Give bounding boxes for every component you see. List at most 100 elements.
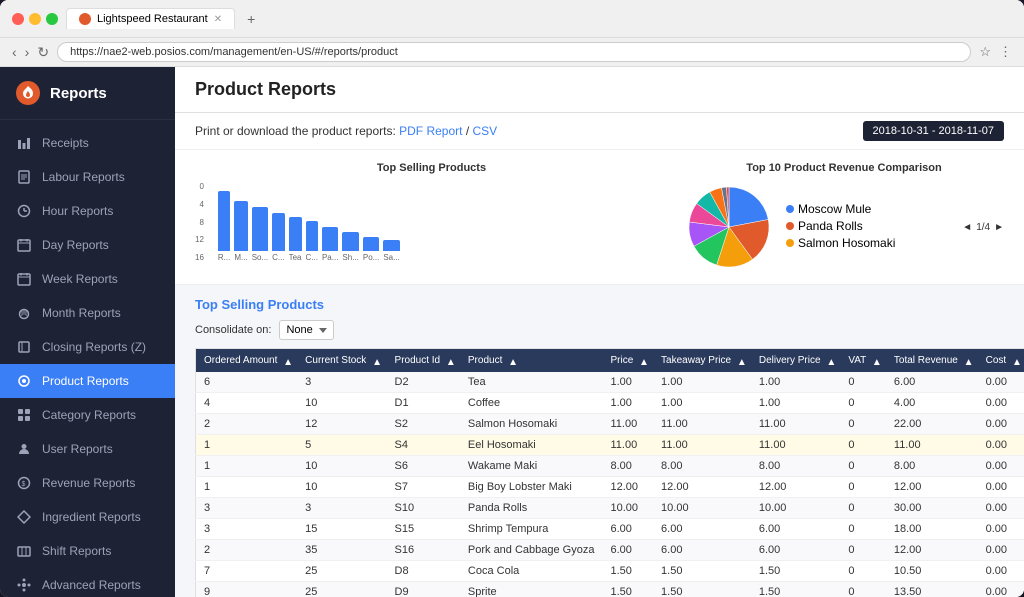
product-icon bbox=[16, 373, 32, 389]
table-cell: S15 bbox=[387, 519, 460, 540]
separator: / bbox=[466, 124, 473, 138]
table-cell: 1.50 bbox=[751, 561, 840, 582]
col-takeaway[interactable]: Takeaway Price ▲ bbox=[653, 349, 751, 373]
table-cell: Shrimp Tempura bbox=[460, 519, 603, 540]
bar-label: Sh... bbox=[342, 253, 358, 262]
table-cell: 8.00 bbox=[602, 456, 653, 477]
maximize-button[interactable] bbox=[46, 13, 58, 25]
table-cell: 0 bbox=[840, 456, 886, 477]
table-cell: 0.00 bbox=[978, 582, 1024, 597]
bar-chart-title: Top Selling Products bbox=[195, 162, 668, 174]
table-cell: 0.00 bbox=[978, 540, 1024, 561]
bar bbox=[252, 207, 268, 251]
filter-row: Consolidate on: None bbox=[195, 320, 1004, 340]
sidebar-item-month[interactable]: Month Reports bbox=[0, 296, 175, 330]
bar-group: Pa... bbox=[322, 227, 338, 262]
date-range-badge[interactable]: 2018-10-31 - 2018-11-07 bbox=[863, 121, 1005, 141]
pie-nav[interactable]: ◄ 1/4 ► bbox=[962, 222, 1004, 233]
table-cell: 3 bbox=[196, 498, 298, 519]
table-row: 15S4Eel Hosomaki11.0011.0011.00011.000.0… bbox=[196, 435, 1024, 456]
table-cell: 0 bbox=[840, 561, 886, 582]
table-row: 235S16Pork and Cabbage Gyoza6.006.006.00… bbox=[196, 540, 1024, 561]
table-cell: 0 bbox=[840, 540, 886, 561]
flame-icon bbox=[20, 85, 36, 101]
table-cell: 3 bbox=[196, 519, 298, 540]
more-icon[interactable]: ⋮ bbox=[999, 44, 1012, 60]
sidebar-item-receipts[interactable]: Receipts bbox=[0, 126, 175, 160]
legend-label: Salmon Hosomaki bbox=[798, 236, 895, 250]
consolidate-select[interactable]: None bbox=[279, 320, 334, 340]
back-button[interactable]: ‹ bbox=[12, 44, 17, 60]
pdf-report-link[interactable]: PDF Report bbox=[399, 124, 462, 138]
reload-button[interactable]: ↻ bbox=[37, 44, 49, 61]
table-cell: 0.00 bbox=[978, 456, 1024, 477]
app-container: Reports Receipts Labour Reports bbox=[0, 67, 1024, 597]
col-cost[interactable]: Cost ▲ bbox=[978, 349, 1024, 373]
table-cell: 1.00 bbox=[653, 372, 751, 393]
table-cell: 0.00 bbox=[978, 435, 1024, 456]
bar-label: Tea bbox=[289, 253, 302, 262]
table-cell: 1.50 bbox=[653, 582, 751, 597]
table-cell: 6 bbox=[196, 372, 298, 393]
browser-tab[interactable]: Lightspeed Restaurant ✕ bbox=[66, 8, 235, 29]
sidebar-title: Reports bbox=[50, 85, 107, 102]
table-cell: 1.00 bbox=[602, 393, 653, 414]
advanced-label: Advanced Reports bbox=[42, 578, 141, 592]
sidebar-item-user[interactable]: User Reports bbox=[0, 432, 175, 466]
table-cell: 9 bbox=[196, 582, 298, 597]
bar-group: C... bbox=[306, 221, 318, 262]
col-pid[interactable]: Product Id ▲ bbox=[387, 349, 460, 373]
forward-button[interactable]: › bbox=[25, 44, 30, 60]
pie-prev-icon[interactable]: ◄ bbox=[962, 222, 972, 233]
col-price[interactable]: Price ▲ bbox=[602, 349, 653, 373]
col-product[interactable]: Product ▲ bbox=[460, 349, 603, 373]
shift-label: Shift Reports bbox=[42, 544, 111, 558]
sidebar-item-labour[interactable]: Labour Reports bbox=[0, 160, 175, 194]
table-cell: Big Boy Lobster Maki bbox=[460, 477, 603, 498]
pie-next-icon[interactable]: ► bbox=[994, 222, 1004, 233]
new-tab-button[interactable]: + bbox=[247, 11, 255, 27]
sidebar-item-day[interactable]: Day Reports bbox=[0, 228, 175, 262]
csv-link[interactable]: CSV bbox=[473, 124, 498, 138]
sidebar-item-shift[interactable]: Shift Reports bbox=[0, 534, 175, 568]
table-header: Ordered Amount ▲ Current Stock ▲ Product… bbox=[196, 349, 1024, 373]
table-cell: 1.50 bbox=[602, 561, 653, 582]
bar-group: Po... bbox=[363, 237, 379, 262]
table-row: 925D9Sprite1.501.501.50013.500.0013.50 bbox=[196, 582, 1024, 597]
col-ordered[interactable]: Ordered Amount ▲ bbox=[196, 349, 298, 373]
table-cell: S4 bbox=[387, 435, 460, 456]
col-stock[interactable]: Current Stock ▲ bbox=[297, 349, 386, 373]
table-cell: 18.00 bbox=[886, 519, 978, 540]
address-input[interactable] bbox=[57, 42, 971, 62]
labour-label: Labour Reports bbox=[42, 170, 125, 184]
bar bbox=[383, 240, 399, 251]
sidebar-item-ingredient[interactable]: Ingredient Reports bbox=[0, 500, 175, 534]
table-cell: 3 bbox=[297, 498, 386, 519]
table-cell: 1.00 bbox=[602, 372, 653, 393]
col-revenue[interactable]: Total Revenue ▲ bbox=[886, 349, 978, 373]
bookmark-icon[interactable]: ☆ bbox=[979, 44, 991, 60]
sidebar-item-closing[interactable]: Closing Reports (Z) bbox=[0, 330, 175, 364]
pie-chart-container: Top 10 Product Revenue Comparison Moscow… bbox=[684, 162, 1004, 272]
ingredient-icon bbox=[16, 509, 32, 525]
table-cell: 11.00 bbox=[886, 435, 978, 456]
col-vat[interactable]: VAT ▲ bbox=[840, 349, 886, 373]
legend-item: Panda Rolls bbox=[786, 219, 895, 233]
minimize-button[interactable] bbox=[29, 13, 41, 25]
bar bbox=[306, 221, 318, 251]
bar-label: Pa... bbox=[322, 253, 338, 262]
sidebar-item-product[interactable]: Product Reports bbox=[0, 364, 175, 398]
table-cell: Salmon Hosomaki bbox=[460, 414, 603, 435]
table-cell: 13.50 bbox=[886, 582, 978, 597]
table-row: 63D2Tea1.001.001.0006.000.006.00 bbox=[196, 372, 1024, 393]
sidebar-item-advanced[interactable]: Advanced Reports bbox=[0, 568, 175, 597]
tab-close-icon[interactable]: ✕ bbox=[214, 14, 222, 25]
sidebar-item-revenue[interactable]: $ Revenue Reports bbox=[0, 466, 175, 500]
sidebar-item-category[interactable]: Category Reports bbox=[0, 398, 175, 432]
sidebar-item-week[interactable]: Week Reports bbox=[0, 262, 175, 296]
col-delivery[interactable]: Delivery Price ▲ bbox=[751, 349, 840, 373]
close-button[interactable] bbox=[12, 13, 24, 25]
sidebar-item-hour[interactable]: Hour Reports bbox=[0, 194, 175, 228]
table-cell: 11.00 bbox=[602, 435, 653, 456]
table-cell: Coffee bbox=[460, 393, 603, 414]
